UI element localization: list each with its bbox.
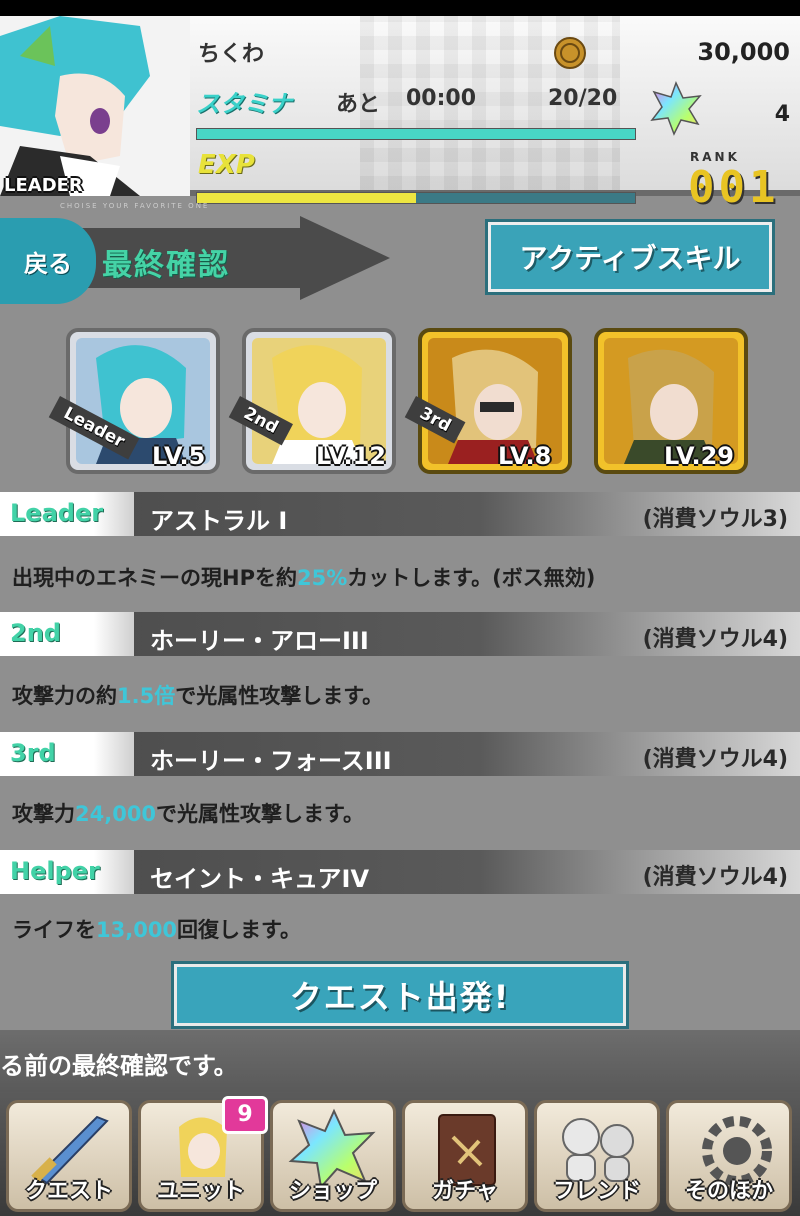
skill-desc-text: ライフを xyxy=(12,918,96,942)
skill-name: ホーリー・フォースIII xyxy=(150,747,392,775)
skill-desc-highlight: 25% xyxy=(296,566,348,590)
skill-tag: 3rd xyxy=(0,732,134,776)
skill-desc-text: 攻撃力の約 xyxy=(12,684,117,708)
message-bar: る前の最終確認です。 xyxy=(0,1030,800,1092)
message-text: る前の最終確認です。 xyxy=(0,1052,238,1080)
nav-label: そのほか xyxy=(684,1179,773,1204)
skill-description: 出現中のエネミーの現HPを約25%カットします。(ボス無効) xyxy=(12,562,595,592)
active-skill-label: アクティブスキル xyxy=(519,242,741,275)
skill-desc-text: で光属性攻撃します。 xyxy=(175,684,384,708)
player-header: LEADER ちくわ 30,000 スタミナ あと 00:00 20/20 4 … xyxy=(0,16,800,213)
skill-tag-label: 3rd xyxy=(10,739,56,767)
skill-description: 攻撃力の約1.5倍で光属性攻撃します。 xyxy=(12,680,383,710)
skill-desc-highlight: 1.5倍 xyxy=(117,684,176,708)
nav-label: フレンド xyxy=(552,1179,641,1204)
skill-header-2nd: 2nd ホーリー・アローIII (消費ソウル4) xyxy=(0,612,800,656)
skill-desc-highlight: 13,000 xyxy=(96,918,178,942)
skill-desc-highlight: 24,000 xyxy=(75,802,157,826)
status-bar xyxy=(0,0,800,16)
unit-count-badge: 9 xyxy=(222,1096,268,1134)
nav-button-gacha[interactable]: ガチャ xyxy=(402,1100,528,1212)
skill-description: ライフを13,000回復します。 xyxy=(12,914,301,944)
nav-button-friend[interactable]: フレンド xyxy=(534,1100,660,1212)
skill-desc-text: 攻撃力 xyxy=(12,802,75,826)
title-row: CHOISE YOUR FAVORITE ONE 戻る 最終確認 アクティブスキ… xyxy=(0,202,800,322)
skill-tag: Helper xyxy=(0,850,134,894)
skill-tag: 2nd xyxy=(0,612,134,656)
nav-label: クエスト xyxy=(24,1179,113,1204)
nav-button-shop[interactable]: ショップ xyxy=(270,1100,396,1212)
skill-desc-text: 出現中のエネミーの現HPを約 xyxy=(12,566,297,590)
skill-cost: (消費ソウル4) xyxy=(642,865,788,890)
skill-desc-text: カットします。(ボス無効) xyxy=(347,566,596,590)
nav-button-quest[interactable]: クエスト xyxy=(6,1100,132,1212)
skill-tag: Leader xyxy=(0,492,134,536)
party-units: Leader LV.5 2nd LV.12 3rd LV.8 LV.29 xyxy=(0,320,800,480)
unit-card-3rd[interactable]: 3rd LV.8 xyxy=(404,328,572,474)
leader-avatar xyxy=(0,16,190,196)
skill-desc-text: で光属性攻撃します。 xyxy=(156,802,364,826)
bottom-nav: クエスト ユニット ショップ ガチャ フレンド そのほか xyxy=(0,1092,800,1216)
unit-card-2nd[interactable]: 2nd LV.12 xyxy=(228,328,396,474)
gem-icon xyxy=(650,81,702,136)
coin-icon xyxy=(554,37,586,69)
skill-tag-label: 2nd xyxy=(10,619,61,647)
skill-cost: (消費ソウル4) xyxy=(642,747,788,772)
skill-cost: (消費ソウル4) xyxy=(642,627,788,652)
stamina-label: スタミナ xyxy=(196,90,292,118)
coins-value: 30,000 xyxy=(697,38,790,66)
leader-label: LEADER xyxy=(4,175,83,196)
skill-name: セイント・キュアIV xyxy=(150,865,370,893)
player-name: ちくわ xyxy=(198,42,265,67)
exp-label: EXP xyxy=(198,150,255,180)
tagline: CHOISE YOUR FAVORITE ONE xyxy=(60,202,210,210)
unit-level: LV.5 xyxy=(152,442,206,470)
back-button[interactable]: 戻る xyxy=(0,218,96,304)
skill-cost: (消費ソウル3) xyxy=(642,507,788,532)
quest-start-label: クエスト出発! xyxy=(289,978,511,1016)
nav-label: ショップ xyxy=(288,1179,377,1204)
stamina-timer: 00:00 xyxy=(406,86,477,111)
skill-header-3rd: 3rd ホーリー・フォースIII (消費ソウル4) xyxy=(0,732,800,776)
active-skill-button[interactable]: アクティブスキル xyxy=(485,219,775,295)
skill-description: 攻撃力24,000で光属性攻撃します。 xyxy=(12,798,364,828)
skill-tag-label: Helper xyxy=(10,857,100,885)
skill-header-leader: Leader アストラル I (消費ソウル3) xyxy=(0,492,800,536)
leader-portrait[interactable]: LEADER xyxy=(0,16,190,196)
stamina-bar-fill xyxy=(197,129,635,139)
stamina-value: 20/20 xyxy=(548,86,618,111)
page-title: 最終確認 xyxy=(102,248,230,283)
unit-level: LV.12 xyxy=(316,442,386,470)
unit-card-leader[interactable]: Leader LV.5 xyxy=(48,328,220,474)
unit-level: LV.8 xyxy=(498,442,552,470)
skill-desc-text: 回復します。 xyxy=(177,918,301,942)
skill-header-helper: Helper セイント・キュアIV (消費ソウル4) xyxy=(0,850,800,894)
stamina-remaining-label: あと xyxy=(336,92,381,117)
stamina-bar xyxy=(196,128,636,140)
skill-tag-label: Leader xyxy=(10,499,104,527)
nav-button-other[interactable]: そのほか xyxy=(666,1100,792,1212)
nav-label: ガチャ xyxy=(432,1179,498,1204)
unit-level: LV.29 xyxy=(664,442,734,470)
skill-name: ホーリー・アローIII xyxy=(150,627,369,655)
skill-name: アストラル I xyxy=(150,507,288,535)
back-label: 戻る xyxy=(24,249,72,278)
unit-card-helper[interactable]: LV.29 xyxy=(594,328,748,474)
nav-label: ユニット xyxy=(156,1179,245,1204)
gems-value: 4 xyxy=(774,102,790,127)
quest-start-button[interactable]: クエスト出発! xyxy=(171,961,629,1029)
